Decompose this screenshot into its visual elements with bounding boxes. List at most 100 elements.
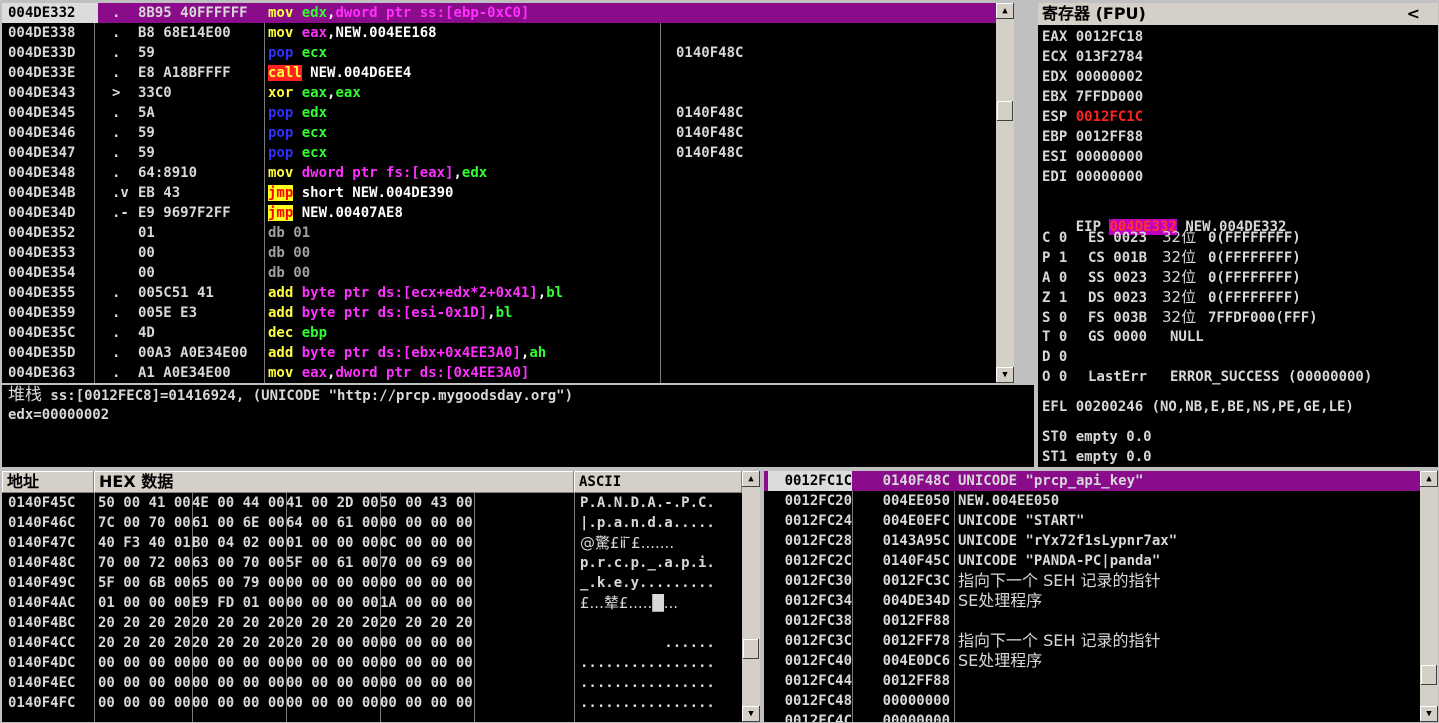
disasm-address[interactable]: 004DE348 [2,163,98,183]
stack-address[interactable]: 0012FC3C [768,631,852,651]
dump-hex-group[interactable]: 00 00 00 00 [286,693,380,713]
fpu-st0[interactable]: ST0 empty 0.0 [1038,427,1438,447]
dump-ascii[interactable]: ...... [580,633,740,653]
flag-bit[interactable]: T 0 [1042,327,1088,347]
disasm-row[interactable]: 004DE355. 005C51 41 add byte ptr ds:[ecx+e… [2,283,1014,303]
dump-hex-group[interactable]: 20 20 20 20 [192,633,286,653]
stack-address[interactable]: 0012FC2C [768,551,852,571]
dump-row[interactable]: 0140F45C 50 00 41 00 4E 00 44 00 41 00 2D 0… [2,493,742,513]
flag-row[interactable]: A 0 SS 0023 32位 0(FFFFFFFF) [1038,267,1438,287]
disasm-address[interactable]: 004DE353 [2,243,98,263]
fpu-st1[interactable]: ST1 empty 0.0 [1038,447,1438,467]
disasm-address[interactable]: 004DE355 [2,283,98,303]
flag-bit[interactable]: C 0 [1042,228,1088,248]
dump-header-ascii[interactable]: ASCII [574,471,742,493]
dump-hex-group[interactable]: 70 00 72 00 [98,553,192,573]
dump-hex-group[interactable]: 00 00 00 00 [380,573,474,593]
dump-row[interactable]: 0140F4EC 00 00 00 00 00 00 00 00 00 00 00 0… [2,673,742,693]
disasm-row[interactable]: 004DE346. 59 pop ecx 0140F48C [2,123,1014,143]
disasm-row[interactable]: 004DE345. 5A pop edx 0140F48C [2,103,1014,123]
flag-row[interactable]: Z 1 DS 0023 32位 0(FFFFFFFF) [1038,287,1438,307]
dump-ascii[interactable]: ................ [580,653,740,673]
disassembly-scrollbar[interactable]: ▲ ▼ [996,3,1014,383]
dump-hex-group[interactable]: 50 00 43 00 [380,493,474,513]
stack-address[interactable]: 0012FC48 [768,691,852,711]
registers-title-bar[interactable]: 寄存器 (FPU) < [1038,3,1438,25]
stack-value[interactable]: 004E0EFC [866,511,950,531]
dump-address[interactable]: 0140F49C [8,573,92,593]
disasm-instruction[interactable]: db 01 [266,223,658,243]
disasm-instruction[interactable]: add byte ptr ds:[ebx+0x4EE3A0],ah [266,343,658,363]
disasm-row[interactable]: 004DE343 >33C0 xor eax,eax [2,83,1014,103]
dump-hex-group[interactable]: 20 20 20 20 [380,613,474,633]
stack-row[interactable]: 0012FC30 0012FC3C 指向下一个 SEH 记录的指针 [764,571,1420,591]
dump-row[interactable]: 0140F4CC 20 20 20 20 20 20 20 20 20 20 00 0… [2,633,742,653]
dump-hex-group[interactable]: 00 00 00 00 [192,693,286,713]
dump-hex-group[interactable]: 00 00 00 00 [380,653,474,673]
disasm-instruction[interactable]: call NEW.004D6EE4 [266,63,658,83]
disasm-address[interactable]: 004DE359 [2,303,98,323]
flag-bit[interactable]: P 1 [1042,248,1088,268]
register-value[interactable]: 7FFDD000 [1076,89,1143,105]
disasm-instruction[interactable]: db 00 [266,243,658,263]
dump-hex-group[interactable]: 5F 00 6B 00 [98,573,192,593]
scroll-down-arrow-icon[interactable]: ▼ [996,367,1014,383]
dump-hex-group[interactable]: 7C 00 70 00 [98,513,192,533]
disasm-instruction[interactable]: jmp short NEW.004DE390 [266,183,658,203]
register-value[interactable]: 0012FF88 [1076,129,1143,145]
stack-value[interactable]: 0012FC3C [866,571,950,591]
dump-hex-group[interactable]: 50 00 41 00 [98,493,192,513]
dump-hex-group[interactable]: 20 20 20 20 [98,633,192,653]
dump-hex-group[interactable]: 40 F3 40 01 [98,533,192,553]
scroll-up-arrow-icon[interactable]: ▲ [996,3,1014,19]
disasm-instruction[interactable]: pop edx [266,103,658,123]
collapse-chevron-icon[interactable]: < [1407,3,1420,25]
flag-row[interactable]: T 0 GS 0000 NULL [1038,327,1438,347]
disasm-row[interactable]: 004DE352 01 db 01 [2,223,1014,243]
dump-hex-group[interactable]: B0 04 02 00 [192,533,286,553]
dump-hex-group[interactable]: 20 20 00 00 [286,633,380,653]
disasm-address[interactable]: 004DE352 [2,223,98,243]
stack-value[interactable]: 00000000 [866,691,950,711]
stack-row[interactable]: 0012FC3C 0012FF78 指向下一个 SEH 记录的指针 [764,631,1420,651]
disasm-row[interactable]: 004DE363. A1 A0E34E00 mov eax,dword ptr ds… [2,363,1014,383]
flag-bit[interactable]: S 0 [1042,308,1088,328]
disasm-row[interactable]: 004DE359. 005E E3 add byte ptr ds:[esi-0x1… [2,303,1014,323]
dump-hex-group[interactable]: 00 00 00 00 [286,673,380,693]
disasm-instruction[interactable]: mov eax,NEW.004EE168 [266,23,658,43]
stack-address[interactable]: 0012FC40 [768,651,852,671]
dump-row[interactable]: 0140F4BC 20 20 20 20 20 20 20 20 20 20 20 2… [2,613,742,633]
flag-bit[interactable]: O 0 [1042,367,1088,387]
flag-row[interactable]: P 1 CS 001B 32位 0(FFFFFFFF) [1038,247,1438,267]
disasm-address[interactable]: 004DE34B [2,183,98,203]
disasm-address[interactable]: 004DE363 [2,363,98,383]
dump-hex-group[interactable]: 0C 00 00 00 [380,533,474,553]
dump-address[interactable]: 0140F45C [8,493,92,513]
stack-address[interactable]: 0012FC1C [768,471,852,491]
dump-address[interactable]: 0140F4CC [8,633,92,653]
disasm-row[interactable]: 004DE34B .v EB 43 jmp short NEW.004DE390 [2,183,1014,203]
stack-address[interactable]: 0012FC30 [768,571,852,591]
register-ebp[interactable]: EBP 0012FF88 [1038,127,1438,147]
hex-dump-pane[interactable]: 地址 HEX 数据 ASCII 0140F45C 50 00 41 00 4E 00… [2,471,760,722]
scroll-up-arrow-icon[interactable]: ▲ [1420,471,1438,487]
disasm-row[interactable]: 004DE353 00 db 00 [2,243,1014,263]
register-value[interactable]: 0012FC18 [1076,29,1143,45]
register-edx[interactable]: EDX 00000002 [1038,67,1438,87]
disasm-address[interactable]: 004DE354 [2,263,98,283]
dump-header-address[interactable]: 地址 [2,471,94,493]
dump-hex-group[interactable]: 01 00 00 00 [286,533,380,553]
stack-row[interactable]: 0012FC24 004E0EFC UNICODE "START" [764,511,1420,531]
stack-row[interactable]: 0012FC28 0143A95C UNICODE "rYx72f1sLypnr7a… [764,531,1420,551]
dump-hex-group[interactable]: 65 00 79 00 [192,573,286,593]
dump-hex-group[interactable]: 00 00 00 00 [286,593,380,613]
disassembly-pane[interactable]: 004DE332. 8B95 40FFFFFF mov edx,dword ptr … [2,3,1014,383]
stack-address[interactable]: 0012FC24 [768,511,852,531]
disasm-address[interactable]: 004DE34D [2,203,98,223]
dump-hex-group[interactable]: 41 00 2D 00 [286,493,380,513]
dump-address[interactable]: 0140F4AC [8,593,92,613]
stack-value[interactable]: 004DE34D [866,591,950,611]
disasm-instruction[interactable]: xor eax,eax [266,83,658,103]
dump-row[interactable]: 0140F4DC 00 00 00 00 00 00 00 00 00 00 00 0… [2,653,742,673]
stack-address[interactable]: 0012FC44 [768,671,852,691]
